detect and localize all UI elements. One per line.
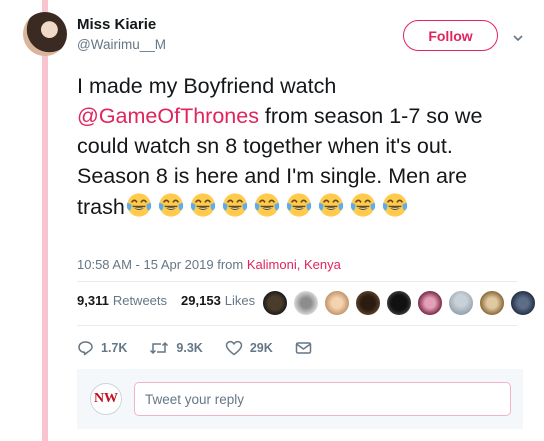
tweet-meta: 10:58 AM - 15 Apr 2019 from Kalimoni, Ke… [77,257,341,272]
emoji-row [125,193,413,219]
reply-action[interactable]: 1.7K [77,340,127,356]
liker-avatar[interactable] [448,290,474,316]
avatar[interactable] [23,12,67,56]
from-label: from [217,257,244,272]
tweet-text: I made my Boyfriend watch @GameOfThrones… [77,71,517,222]
location-link[interactable]: Kalimoni, Kenya [247,257,341,272]
liker-avatar[interactable] [262,290,288,316]
like-action[interactable]: 29K [225,340,273,356]
mention-link[interactable]: @GameOfThrones [77,104,259,128]
tears-of-joy-emoji-icon [190,193,215,217]
reply-icon [78,341,93,356]
retweet-icon [150,341,169,355]
likes-label: Likes [224,293,256,308]
divider [77,325,517,326]
likes-count: 29,153 [181,293,221,308]
direct-message-action[interactable] [295,341,319,355]
heart-icon [225,340,243,356]
liker-avatar[interactable] [479,290,505,316]
tweet-time[interactable]: 10:58 AM - 15 Apr 2019 [77,257,214,272]
tears-of-joy-emoji-icon [158,193,183,217]
liker-avatar[interactable] [417,290,443,316]
likers-avatars [262,290,541,316]
retweet-count: 9.3K [176,341,203,355]
tears-of-joy-emoji-icon [350,193,375,217]
liker-avatar[interactable] [386,290,412,316]
tears-of-joy-emoji-icon [222,193,247,217]
divider [77,281,517,282]
thread-line [42,0,48,441]
likes-stat[interactable]: 29,153 Likes [181,293,255,308]
envelope-icon [295,342,311,354]
follow-button[interactable]: Follow [403,20,498,51]
tears-of-joy-emoji-icon [286,193,311,217]
tweet-text-part: I made my Boyfriend watch [77,74,337,98]
liker-avatar[interactable] [293,290,319,316]
reply-area: NW Tweet your reply [77,369,523,429]
tears-of-joy-emoji-icon [318,193,343,217]
liker-avatar[interactable] [324,290,350,316]
reply-input[interactable]: Tweet your reply [134,382,511,416]
liker-avatar[interactable] [355,290,381,316]
author-name[interactable]: Miss Kiarie [77,16,156,33]
retweets-count: 9,311 [77,293,109,308]
liker-avatar[interactable] [510,290,536,316]
retweet-action[interactable]: 9.3K [149,340,203,356]
tweet-stats: 9,311 Retweets 29,153 Likes [77,293,269,308]
tweet-actions: 1.7K 9.3K 29K [77,340,341,356]
retweets-stat[interactable]: 9,311 Retweets [77,293,167,308]
like-count: 29K [249,341,273,355]
reply-count: 1.7K [101,341,128,355]
author-handle[interactable]: @Wairimu__M [77,37,166,52]
chevron-down-icon[interactable] [512,32,524,44]
user-avatar[interactable]: NW [90,383,122,415]
tears-of-joy-emoji-icon [254,193,279,217]
retweets-label: Retweets [112,293,168,308]
tears-of-joy-emoji-icon [126,193,151,217]
tears-of-joy-emoji-icon [382,193,407,217]
